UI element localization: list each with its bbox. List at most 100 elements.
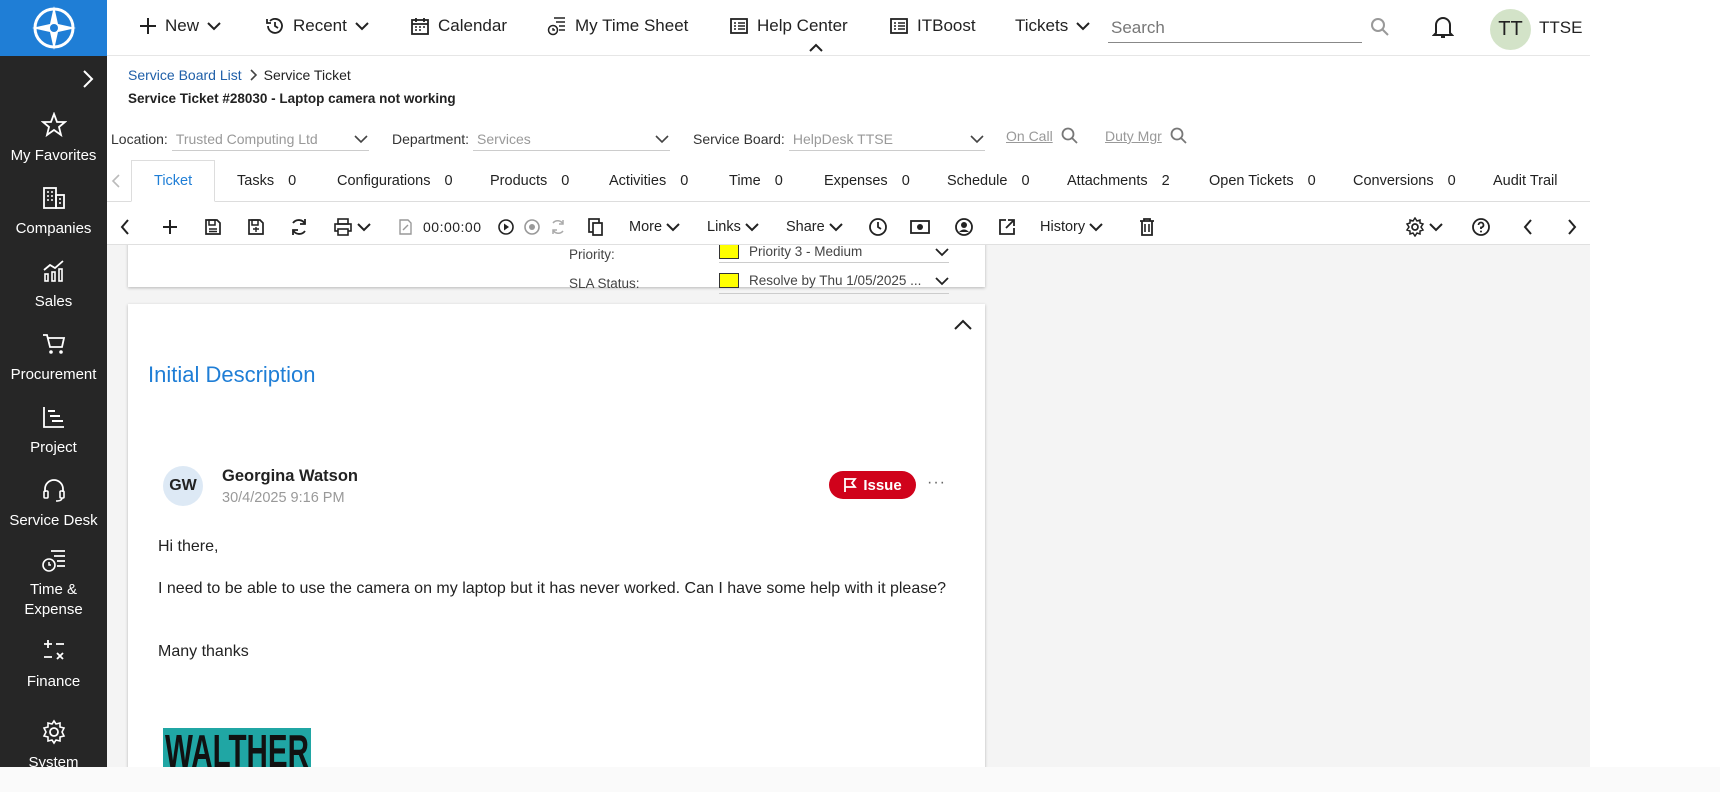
- chevron-up-icon[interactable]: [809, 43, 823, 53]
- chevron-down-icon: [666, 223, 680, 232]
- search-icon[interactable]: [1061, 127, 1079, 145]
- message-line: Many thanks: [158, 643, 249, 660]
- new-label: New: [165, 16, 200, 35]
- open-external-button[interactable]: [997, 209, 1017, 245]
- author-avatar: GW: [163, 466, 203, 506]
- note-more-button[interactable]: ···: [927, 474, 946, 492]
- sidebar-item-favorites[interactable]: My Favorites: [0, 102, 107, 175]
- chart-icon: [42, 259, 64, 282]
- sidebar-item-sales[interactable]: Sales: [0, 248, 107, 321]
- issue-badge[interactable]: Issue: [829, 471, 916, 499]
- tab-configurations[interactable]: Configurations 0: [337, 160, 453, 202]
- tab-schedule[interactable]: Schedule 0: [947, 160, 1030, 202]
- timer-start-button[interactable]: [497, 209, 515, 245]
- tab-ticket[interactable]: Ticket: [131, 160, 216, 202]
- user-circle-icon: [955, 218, 973, 236]
- tab-products[interactable]: Products 0: [490, 160, 569, 202]
- tab-count: 0: [1021, 173, 1030, 189]
- recent-menu[interactable]: Recent: [265, 16, 369, 36]
- timer-reset-button[interactable]: [549, 209, 567, 245]
- tab-count: 0: [1307, 173, 1316, 189]
- history-menu[interactable]: History: [1040, 209, 1103, 245]
- chevron-down-icon: [357, 223, 371, 232]
- save-close-button[interactable]: [247, 209, 265, 245]
- sidebar-item-time-expense[interactable]: Time & Expense: [0, 540, 107, 628]
- copy-button[interactable]: [587, 209, 605, 245]
- chevron-down-icon: [207, 22, 221, 31]
- help-center-link[interactable]: Help Center: [729, 16, 848, 36]
- share-menu[interactable]: Share: [786, 209, 843, 245]
- back-button[interactable]: [119, 209, 131, 245]
- tab-activities[interactable]: Activities 0: [609, 160, 688, 202]
- tab-count: 0: [444, 173, 453, 189]
- tab-label: Tasks: [237, 173, 275, 189]
- sidebar-item-project[interactable]: Project: [0, 394, 107, 467]
- search-input[interactable]: Search: [1108, 14, 1362, 43]
- sidebar-item-system[interactable]: System: [0, 709, 107, 767]
- sidebar-item-companies[interactable]: Companies: [0, 175, 107, 248]
- expense-button[interactable]: [910, 209, 930, 245]
- calendar-link[interactable]: Calendar: [410, 16, 507, 36]
- sidebar-item-service-desk[interactable]: Service Desk: [0, 467, 107, 540]
- tab-tasks[interactable]: Tasks 0: [237, 160, 296, 202]
- search-icon[interactable]: [1370, 17, 1390, 37]
- department-select[interactable]: Services: [473, 127, 671, 151]
- help-button[interactable]: [1471, 209, 1491, 245]
- timer-note-button[interactable]: [398, 209, 414, 245]
- delete-button[interactable]: [1138, 209, 1156, 245]
- save-icon: [205, 219, 221, 235]
- next-record-button[interactable]: [1566, 209, 1578, 245]
- tab-label: Ticket: [154, 173, 193, 189]
- add-button[interactable]: [161, 209, 179, 245]
- search-icon[interactable]: [1170, 127, 1188, 145]
- chevron-down-icon: [935, 276, 949, 285]
- contact-button[interactable]: [954, 209, 974, 245]
- save-button[interactable]: [204, 209, 222, 245]
- itboost-link[interactable]: ITBoost: [889, 16, 976, 36]
- location-select[interactable]: Trusted Computing Ltd: [171, 127, 369, 151]
- new-menu[interactable]: New: [139, 16, 221, 36]
- tab-label: Attachments: [1067, 173, 1148, 189]
- previous-record-button[interactable]: [1522, 209, 1534, 245]
- app-logo[interactable]: [0, 0, 107, 56]
- sidebar-item-finance[interactable]: Finance: [0, 628, 107, 701]
- service-board-select[interactable]: HelpDesk TTSE: [788, 127, 985, 151]
- user-menu[interactable]: TTSE: [1539, 18, 1582, 38]
- ticket-details-card: Priority: Priority 3 - Medium SLA Status…: [128, 245, 985, 294]
- sidebar-item-procurement[interactable]: Procurement: [0, 321, 107, 394]
- reset-icon: [552, 220, 564, 234]
- avatar[interactable]: TT: [1490, 9, 1531, 50]
- links-label: Links: [707, 219, 741, 235]
- tab-count: 2: [1161, 173, 1170, 189]
- links-menu[interactable]: Links: [707, 209, 759, 245]
- chevron-down-icon: [1089, 223, 1103, 232]
- tab-time[interactable]: Time 0: [729, 160, 783, 202]
- breadcrumb-parent-link[interactable]: Service Board List: [128, 67, 242, 83]
- chevron-left-icon: [1523, 219, 1532, 235]
- on-call-link[interactable]: On Call: [1006, 128, 1053, 144]
- settings-menu[interactable]: [1405, 209, 1443, 245]
- more-label: More: [629, 219, 663, 235]
- tickets-menu[interactable]: Tickets: [1015, 16, 1090, 36]
- timesheet-link[interactable]: My Time Sheet: [547, 16, 688, 36]
- chevron-left-icon[interactable]: [111, 173, 121, 189]
- bell-icon[interactable]: [1432, 15, 1454, 39]
- priority-select[interactable]: Priority 3 - Medium: [719, 245, 949, 263]
- tab-audit-trail[interactable]: Audit Trail: [1493, 160, 1557, 202]
- more-menu[interactable]: More: [629, 209, 680, 245]
- tab-label: Open Tickets: [1209, 173, 1294, 189]
- refresh-button[interactable]: [289, 209, 309, 245]
- tab-expenses[interactable]: Expenses 0: [824, 160, 910, 202]
- stop-icon: [524, 219, 540, 235]
- print-menu[interactable]: [333, 209, 371, 245]
- time-entry-button[interactable]: [868, 209, 888, 245]
- sla-select[interactable]: Resolve by Thu 1/05/2025 ...: [719, 268, 949, 294]
- sidebar-expand[interactable]: [0, 56, 107, 102]
- tab-conversions[interactable]: Conversions 0: [1353, 160, 1456, 202]
- timer-stop-button[interactable]: [523, 209, 541, 245]
- tab-open-tickets[interactable]: Open Tickets 0: [1209, 160, 1316, 202]
- duty-mgr-link[interactable]: Duty Mgr: [1105, 128, 1162, 144]
- refresh-icon: [292, 219, 306, 235]
- tab-attachments[interactable]: Attachments 2: [1067, 160, 1170, 202]
- collapse-icon[interactable]: [953, 318, 973, 332]
